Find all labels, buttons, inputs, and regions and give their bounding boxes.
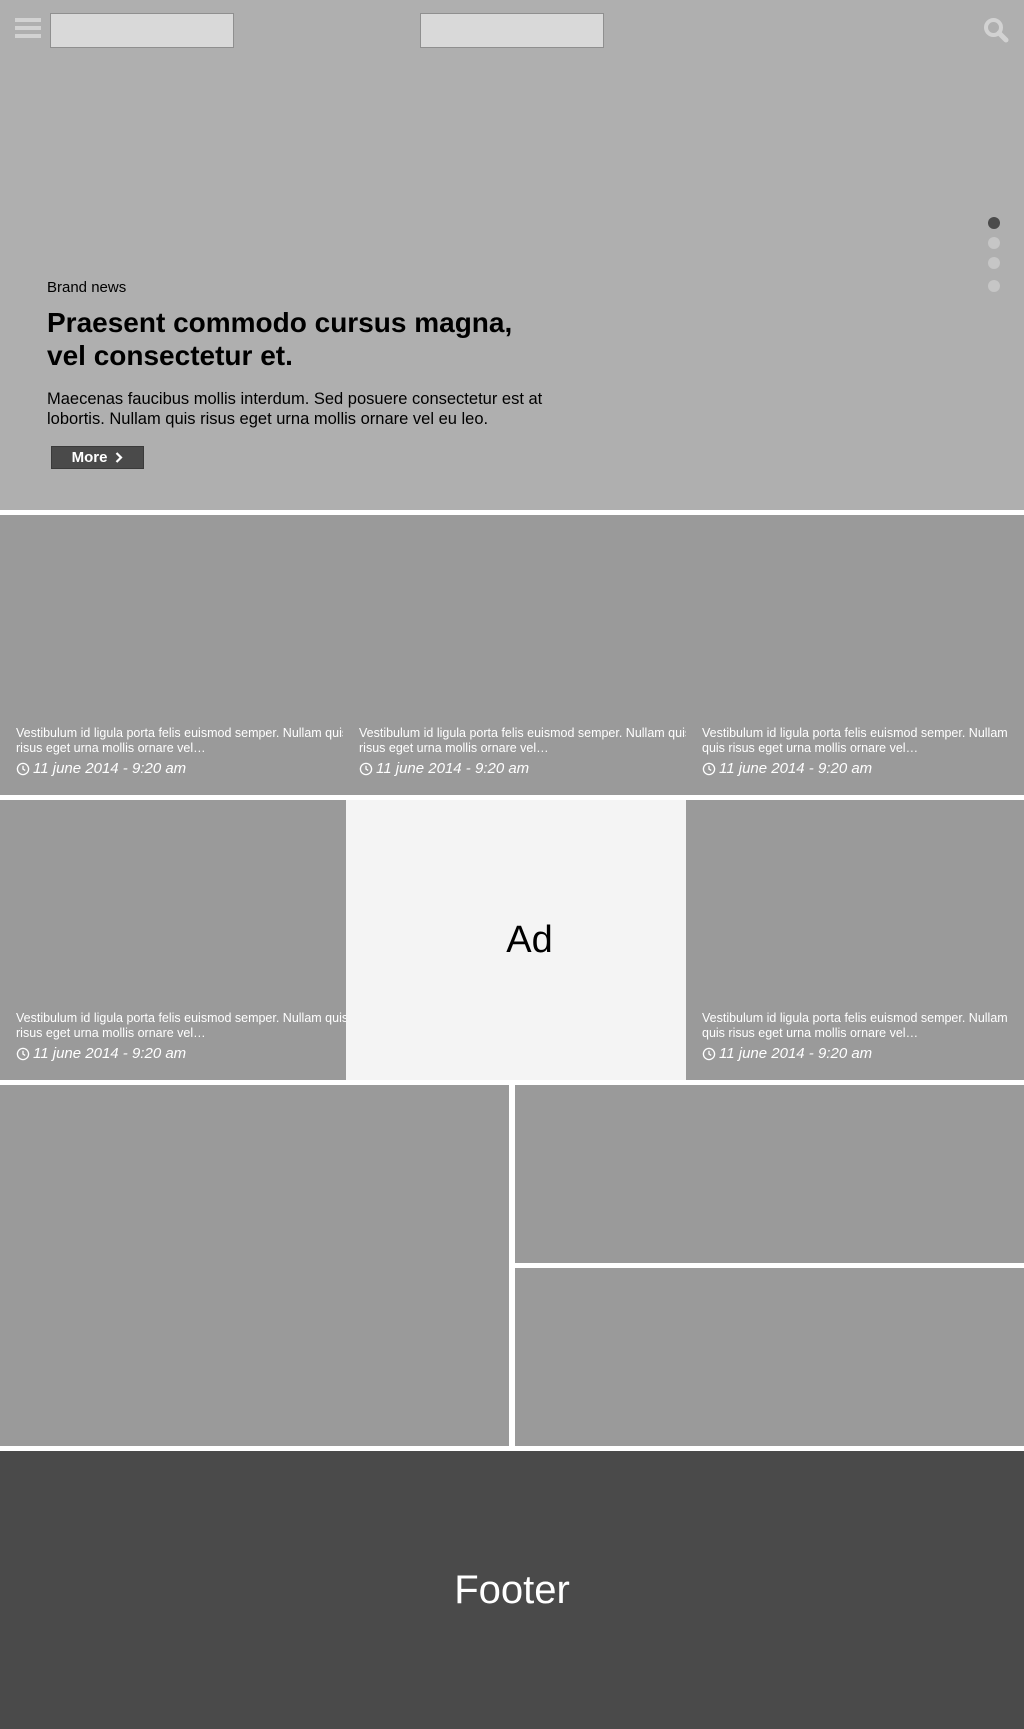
hero-banner: Brand news Praesent commodo cursus magna… [0,0,1024,510]
clock-icon [359,762,373,775]
article-summary: Vestibulum id ligula porta felis euismod… [359,726,692,755]
article-date: 11 june 2014 - 9:20 am [33,760,187,777]
article-summary: Vestibulum id ligula porta felis euismod… [702,1011,1008,1040]
clock-icon [702,1047,716,1060]
article-summary: Vestibulum id ligula porta felis euismod… [702,726,1008,755]
clock-icon [16,762,30,775]
article-date-row: 11 june 2014 - 9:20 am [702,760,872,777]
article-date-row: 11 june 2014 - 9:20 am [16,1045,186,1062]
hero-content: Brand news Praesent commodo cursus magna… [47,279,567,429]
more-button[interactable]: More [51,446,144,469]
article-card[interactable]: Vestibulum id ligula porta felis euismod… [0,515,368,795]
ad-label: Ad [506,918,553,961]
carousel-dot-3[interactable] [988,257,1000,269]
chevron-right-icon [116,452,123,463]
clock-icon [16,1047,30,1060]
nav-placeholder[interactable] [420,13,604,48]
logo-placeholder[interactable] [50,13,234,48]
carousel-dot-1[interactable] [988,217,1000,229]
article-date-row: 11 june 2014 - 9:20 am [359,760,529,777]
article-date-row: 11 june 2014 - 9:20 am [702,1045,872,1062]
ad-slot[interactable]: Ad [346,800,713,1080]
article-summary: Vestibulum id ligula porta felis euismod… [16,726,349,755]
carousel-dot-4[interactable] [988,280,1000,292]
feature-tile-large[interactable] [0,1085,509,1446]
hero-description: Maecenas faucibus mollis interdum. Sed p… [47,390,543,428]
article-card[interactable]: Vestibulum id ligula porta felis euismod… [686,515,1024,795]
article-date: 11 june 2014 - 9:20 am [33,1045,187,1062]
footer-label: Footer [454,1567,570,1612]
clock-icon [702,762,716,775]
search-icon[interactable] [983,17,1009,43]
footer: Footer [0,1451,1024,1729]
more-button-label: More [71,449,108,466]
article-card[interactable]: Vestibulum id ligula porta felis euismod… [686,800,1024,1080]
article-summary: Vestibulum id ligula porta felis euismod… [16,1011,349,1040]
hamburger-menu-icon[interactable] [15,18,41,39]
feature-tile-top[interactable] [515,1085,1024,1263]
article-date: 11 june 2014 - 9:20 am [719,760,873,777]
article-date: 11 june 2014 - 9:20 am [719,1045,873,1062]
article-card[interactable]: Vestibulum id ligula porta felis euismod… [0,800,368,1080]
article-card[interactable]: Vestibulum id ligula porta felis euismod… [343,515,712,795]
hero-category: Brand news [47,279,127,296]
article-date: 11 june 2014 - 9:20 am [376,760,530,777]
carousel-dot-2[interactable] [988,237,1000,249]
feature-tile-bottom[interactable] [515,1268,1024,1446]
hero-title: Praesent commodo cursus magna, vel conse… [47,307,513,371]
article-date-row: 11 june 2014 - 9:20 am [16,760,186,777]
